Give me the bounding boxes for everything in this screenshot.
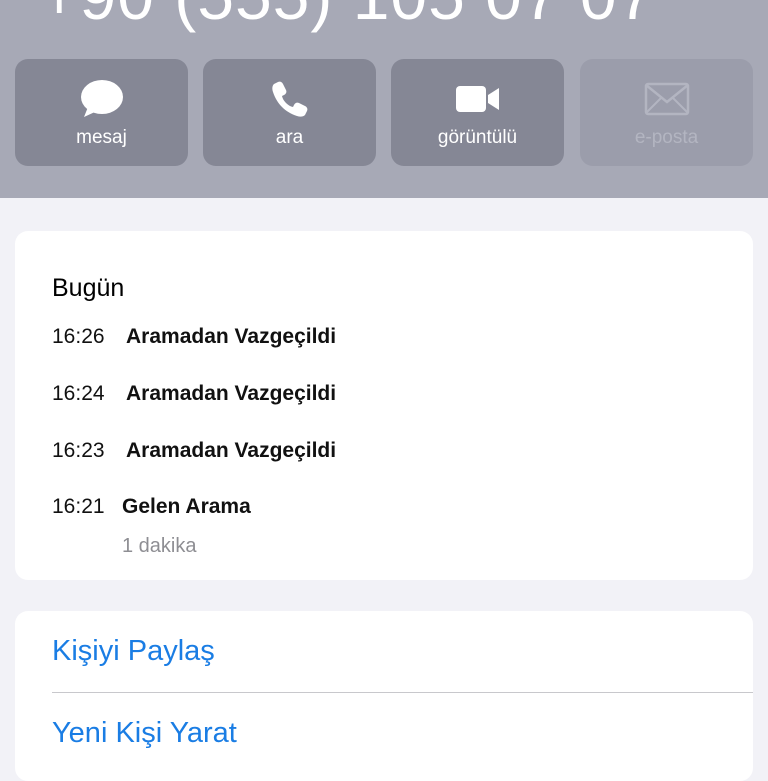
call-time: 16:23 xyxy=(52,439,105,462)
call-time: 16:21 xyxy=(52,495,105,518)
email-button[interactable]: e-posta xyxy=(580,59,753,166)
call-button[interactable]: ara xyxy=(203,59,376,166)
call-duration: 1 dakika xyxy=(122,535,197,557)
call-type: Aramadan Vazgeçildi xyxy=(126,382,337,405)
message-bubble-icon xyxy=(15,79,188,119)
call-label: ara xyxy=(275,127,304,148)
video-call-button[interactable]: görüntülü xyxy=(391,59,564,166)
share-contact-label: Kişiyi Paylaş xyxy=(52,635,215,667)
video-call-label: görüntülü xyxy=(437,127,518,148)
contact-actions-card: Kişiyi Paylaş Yeni Kişi Yarat xyxy=(15,611,753,781)
envelope-icon xyxy=(580,79,753,119)
contact-header: +90 (555) 105 07 07 mesaj ara görüntülü xyxy=(0,0,768,198)
call-type: Aramadan Vazgeçildi xyxy=(126,325,337,348)
video-camera-icon xyxy=(391,79,564,119)
create-contact-button[interactable]: Yeni Kişi Yarat xyxy=(52,693,753,773)
call-history-card: Bugün 16:26 Aramadan Vazgeçildi 16:24 Ar… xyxy=(15,231,753,580)
message-button[interactable]: mesaj xyxy=(15,59,188,166)
message-label: mesaj xyxy=(76,127,127,148)
create-contact-label: Yeni Kişi Yarat xyxy=(52,717,237,749)
phone-number: +90 (555) 105 07 07 xyxy=(40,0,655,34)
call-time: 16:24 xyxy=(52,382,105,405)
call-history-title: Bugün xyxy=(52,274,125,302)
call-time: 16:26 xyxy=(52,325,105,348)
email-label: e-posta xyxy=(634,127,699,148)
call-type: Aramadan Vazgeçildi xyxy=(126,439,337,462)
phone-icon xyxy=(203,79,376,119)
share-contact-button[interactable]: Kişiyi Paylaş xyxy=(52,611,753,691)
call-type: Gelen Arama xyxy=(122,495,251,518)
